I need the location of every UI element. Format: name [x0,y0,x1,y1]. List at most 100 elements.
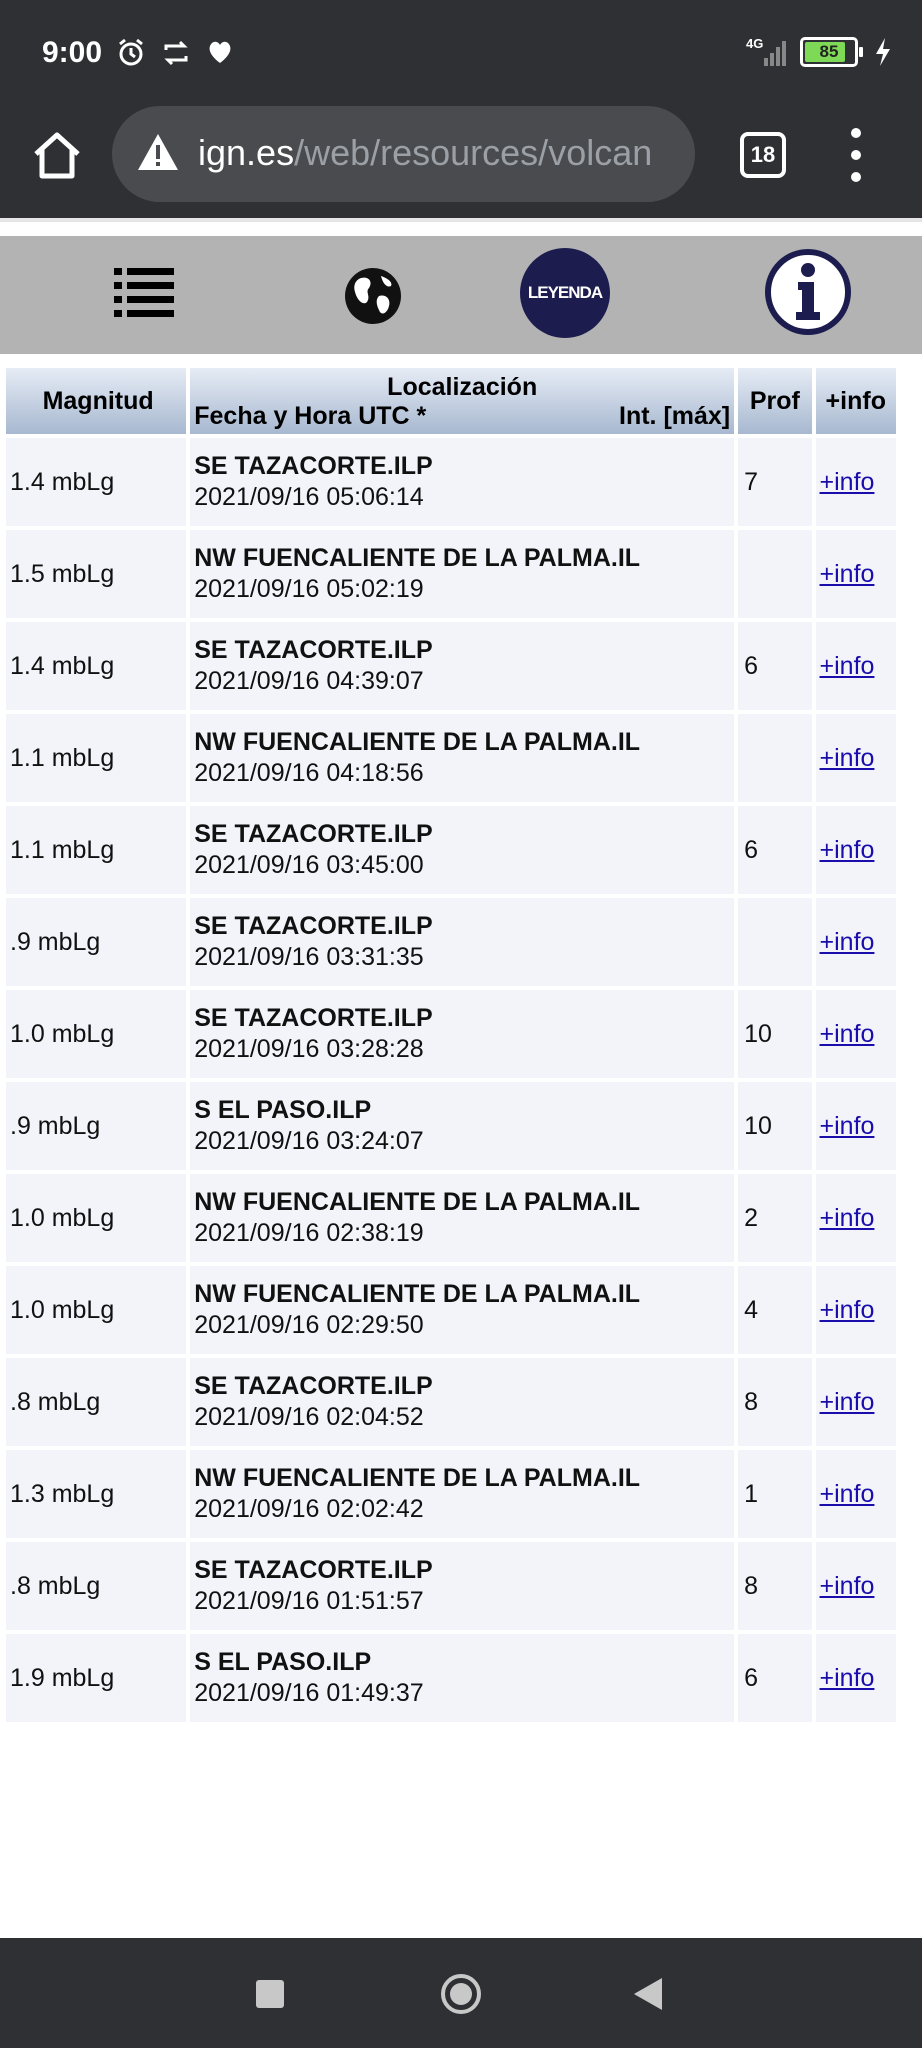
back-icon[interactable] [634,1978,662,2010]
location-cell: NW FUENCALIENTE DE LA PALMA.IL 2021/09/16… [190,1450,735,1538]
url-text[interactable]: ign.es/web/resources/volcan [198,132,678,174]
depth-cell: 6 [738,1634,812,1722]
table-row: 1.5 mbLg NW FUENCALIENTE DE LA PALMA.IL 20… [6,530,896,618]
header-magnitude: Magnitud [6,368,187,434]
info-cell: +info [815,714,896,802]
location-cell: NW FUENCALIENTE DE LA PALMA.IL 2021/09/16… [190,530,735,618]
home-icon[interactable] [28,126,86,184]
table-header-row: Magnitud Localización Fecha y Hora UTC *… [6,368,896,434]
event-datetime: 2021/09/16 02:29:50 [194,1311,424,1339]
status-time: 9:00 [42,36,103,69]
location-cell: S EL PASO.ILP 2021/09/16 01:49:37 [190,1634,735,1722]
table-row: 1.0 mbLg SE TAZACORTE.ILP 2021/09/16 03:28… [6,990,896,1078]
info-cell: +info [815,438,896,526]
info-cell: +info [815,990,896,1078]
header-intensity-label: Int. [máx] [619,402,731,430]
header-info: +info [815,368,896,434]
location-cell: SE TAZACORTE.ILP 2021/09/16 03:31:35 [190,898,735,986]
info-link[interactable]: +info [816,1572,875,1600]
info-link[interactable]: +info [816,468,875,496]
site-icon-bar: LEYENDA [0,236,922,354]
info-link[interactable]: +info [816,1480,875,1508]
location-cell: SE TAZACORTE.ILP 2021/09/16 03:28:28 [190,990,735,1078]
home-nav-icon[interactable] [441,1974,481,2014]
header-location: Localización Fecha y Hora UTC * Int. [má… [190,368,735,434]
info-link[interactable]: +info [816,652,875,680]
magnitude-cell: 1.9 mbLg [6,1634,187,1722]
magnitude-cell: .9 mbLg [6,1082,187,1170]
info-link[interactable]: +info [816,1388,875,1416]
tab-switcher-button[interactable]: 18 [740,132,786,178]
table-row: .8 mbLg SE TAZACORTE.ILP 2021/09/16 02:04:… [6,1358,896,1446]
location-name: NW FUENCALIENTE DE LA PALMA.IL [194,1188,641,1216]
event-datetime: 2021/09/16 05:02:19 [194,575,424,603]
status-notification-icons [116,38,234,68]
event-datetime: 2021/09/16 01:49:37 [194,1679,424,1707]
event-datetime: 2021/09/16 03:31:35 [194,943,424,971]
info-link[interactable]: +info [816,836,875,864]
location-cell: NW FUENCALIENTE DE LA PALMA.IL 2021/09/16… [190,1174,735,1262]
magnitude-cell: 1.3 mbLg [6,1450,187,1538]
magnitude-cell: .8 mbLg [6,1542,187,1630]
info-cell: +info [815,898,896,986]
list-icon[interactable] [114,266,174,318]
info-cell: +info [815,1266,896,1354]
magnitude-cell: 1.0 mbLg [6,1266,187,1354]
location-cell: SE TAZACORTE.ILP 2021/09/16 03:45:00 [190,806,735,894]
info-icon[interactable] [764,248,852,336]
depth-cell: 1 [738,1450,812,1538]
info-link[interactable]: +info [816,1112,875,1140]
info-cell: +info [815,1082,896,1170]
depth-cell [738,714,812,802]
info-cell: +info [815,1542,896,1630]
table-row: 1.1 mbLg NW FUENCALIENTE DE LA PALMA.IL 20… [6,714,896,802]
magnitude-cell: 1.1 mbLg [6,806,187,894]
info-link[interactable]: +info [816,928,875,956]
table-row: 1.3 mbLg NW FUENCALIENTE DE LA PALMA.IL 20… [6,1450,896,1538]
page-divider [0,218,922,236]
table-row: .9 mbLg SE TAZACORTE.ILP 2021/09/16 03:31:… [6,898,896,986]
charging-icon [876,38,890,66]
info-link[interactable]: +info [816,560,875,588]
address-bar[interactable]: ign.es/web/resources/volcan [112,106,695,202]
depth-cell: 10 [738,1082,812,1170]
globe-icon[interactable] [343,266,403,326]
url-path: /web/resources/volcan [294,132,653,173]
location-name: S EL PASO.ILP [194,1648,372,1676]
browser-toolbar: ign.es/web/resources/volcan 18 [0,104,922,218]
magnitude-cell: 1.5 mbLg [6,530,187,618]
info-link[interactable]: +info [816,1020,875,1048]
info-link[interactable]: +info [816,1664,875,1692]
table-row: 1.4 mbLg SE TAZACORTE.ILP 2021/09/16 04:39… [6,622,896,710]
overflow-menu-icon[interactable] [846,128,866,182]
status-system-icons: 4G 85 [746,36,892,68]
location-name: SE TAZACORTE.ILP [194,820,433,848]
magnitude-cell: .9 mbLg [6,898,187,986]
location-name: SE TAZACORTE.ILP [194,1372,433,1400]
info-cell: +info [815,530,896,618]
location-cell: SE TAZACORTE.ILP 2021/09/16 02:04:52 [190,1358,735,1446]
legend-button[interactable]: LEYENDA [520,248,610,338]
info-link[interactable]: +info [816,1296,875,1324]
battery-icon: 85 [800,37,863,67]
depth-cell: 8 [738,1358,812,1446]
table-row: .8 mbLg SE TAZACORTE.ILP 2021/09/16 01:51:… [6,1542,896,1630]
event-datetime: 2021/09/16 02:04:52 [194,1403,424,1431]
depth-cell: 7 [738,438,812,526]
status-bar: 9:00 4G 85 [0,0,922,104]
depth-cell: 8 [738,1542,812,1630]
event-datetime: 2021/09/16 01:51:57 [194,1587,424,1615]
magnitude-cell: .8 mbLg [6,1358,187,1446]
url-domain: ign.es [198,132,295,173]
magnitude-cell: 1.0 mbLg [6,1174,187,1262]
info-link[interactable]: +info [816,1204,875,1232]
location-name: SE TAZACORTE.ILP [194,452,433,480]
info-link[interactable]: +info [816,744,875,772]
warning-icon[interactable] [136,132,180,172]
event-datetime: 2021/09/16 04:39:07 [194,667,424,695]
sync-icon [164,40,188,66]
recents-icon[interactable] [256,1980,284,2008]
depth-cell: 10 [738,990,812,1078]
battery-level: 85 [819,42,839,61]
depth-cell [738,898,812,986]
